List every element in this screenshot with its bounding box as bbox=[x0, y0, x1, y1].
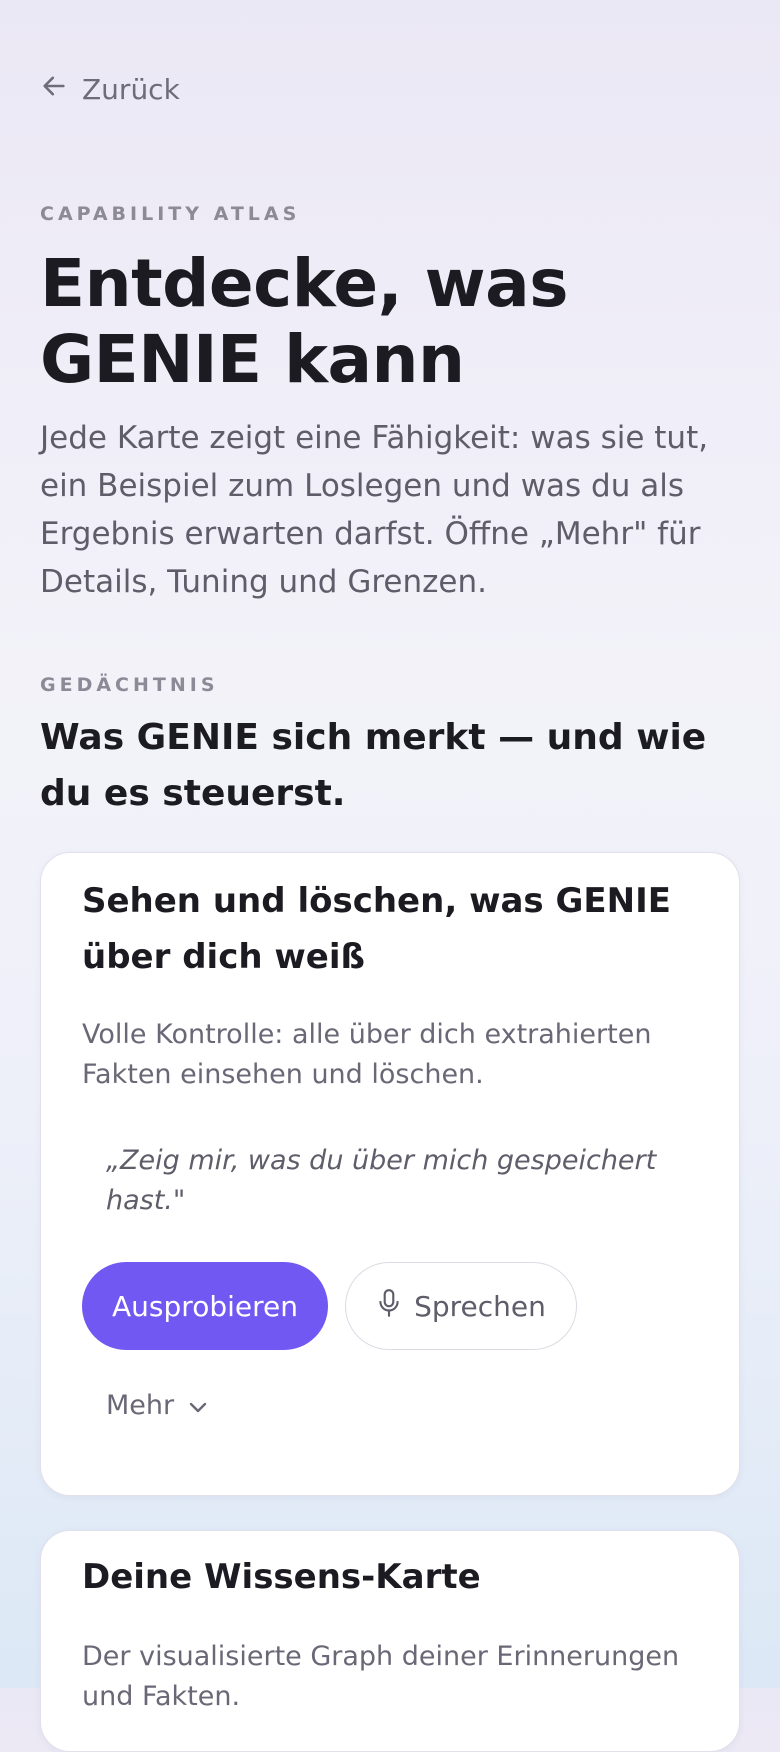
card-title: Sehen und löschen, was GENIE über dich w… bbox=[82, 881, 671, 977]
try-button[interactable]: Ausprobieren bbox=[82, 1262, 328, 1350]
hero-eyebrow: CAPABILITY ATLAS bbox=[40, 203, 301, 225]
chevron-down-icon bbox=[188, 1390, 208, 1421]
speak-button-label: Sprechen bbox=[414, 1289, 546, 1323]
example-prompt: „Zeig mir, was du über mich gespeichert … bbox=[106, 1145, 657, 1216]
page-description: Jede Karte zeigt eine Fähigkeit: was sie… bbox=[40, 420, 709, 600]
microphone-icon bbox=[376, 1288, 402, 1325]
arrow-left-icon bbox=[40, 72, 68, 107]
speak-button[interactable]: Sprechen bbox=[345, 1262, 577, 1350]
card-description: Volle Kontrolle: alle über dich extrahie… bbox=[82, 1019, 652, 1090]
capability-atlas-page: Zurück CAPABILITY ATLAS Entdecke, was GE… bbox=[0, 0, 780, 1752]
capability-card: Sehen und löschen, was GENIE über dich w… bbox=[40, 852, 740, 1496]
back-link[interactable]: Zurück bbox=[40, 72, 180, 107]
try-button-label: Ausprobieren bbox=[112, 1289, 298, 1323]
section-eyebrow: GEDÄCHTNIS bbox=[40, 674, 219, 696]
section-title: Was GENIE sich merkt — und wie du es ste… bbox=[40, 717, 707, 814]
back-label: Zurück bbox=[82, 73, 180, 106]
card-title: Deine Wissens-Karte bbox=[82, 1557, 481, 1597]
more-label: Mehr bbox=[106, 1390, 175, 1421]
card-description: Der visualisierte Graph deiner Erinnerun… bbox=[82, 1641, 680, 1712]
more-toggle[interactable]: Mehr bbox=[106, 1390, 208, 1421]
capability-card: Deine Wissens-Karte Der visualisierte Gr… bbox=[40, 1530, 740, 1752]
page-title: Entdecke, was GENIE kann bbox=[40, 245, 568, 398]
